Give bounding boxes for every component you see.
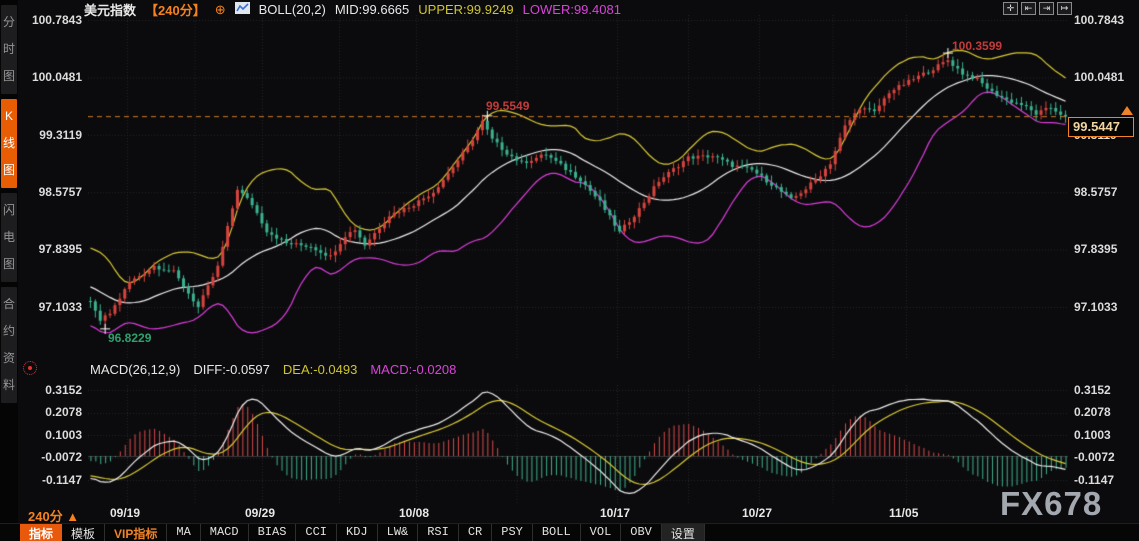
interval-tag: 【240分】 xyxy=(145,3,206,18)
macd-y-axis-label: 0.2078 xyxy=(45,405,82,419)
swing-high-annotation: 100.3599 xyxy=(952,39,1003,53)
chart-header: 美元指数 【240分】 ⊕ BOLL(20,2) MID:99.6665 UPP… xyxy=(84,2,621,19)
toolbar-item-rsi[interactable]: RSI xyxy=(418,524,459,541)
toolbar-item-settings[interactable]: 设置 xyxy=(661,524,705,541)
x-axis-date-label: 10/08 xyxy=(399,506,430,520)
add-indicator-icon[interactable]: ⊕ xyxy=(215,2,226,18)
toolbar-item-indicators[interactable]: 指标 xyxy=(20,524,63,541)
y-axis-label: 97.1033 xyxy=(38,300,82,314)
x-axis-row: 240分 ▲ 09/19 09/29 10/08 10/17 10/27 11/… xyxy=(0,504,1139,524)
boll-mid-value: MID:99.6665 xyxy=(334,2,410,17)
macd-y-axis-label: 0.3152 xyxy=(1074,383,1111,397)
x-axis-date-label: 10/27 xyxy=(742,506,773,520)
macd-diff-value: DIFF:-0.0597 xyxy=(193,362,270,377)
boll-lower-value: LOWER:99.4081 xyxy=(522,2,621,17)
macd-y-axis-label: -0.1147 xyxy=(41,473,82,487)
swing-high-annotation: 99.5549 xyxy=(486,99,530,113)
toolbar-item-kdj[interactable]: KDJ xyxy=(337,524,378,541)
zoom-in-icon[interactable]: ⇤ xyxy=(1021,2,1036,15)
y-axis-label: 98.5757 xyxy=(1074,185,1118,199)
macd-y-axis-label: 0.2078 xyxy=(1074,405,1111,419)
main-chart-canvas[interactable] xyxy=(88,15,1068,358)
y-axis-label: 100.7843 xyxy=(1074,13,1125,27)
price-marker-arrow-icon xyxy=(1121,106,1133,115)
current-price-box: 99.5447 xyxy=(1068,117,1134,137)
macd-params-label: MACD(26,12,9) xyxy=(90,362,181,377)
x-axis-date-label: 11/05 xyxy=(889,506,919,520)
sidebar-tab-kline-chart[interactable]: K线图 xyxy=(1,99,17,188)
y-axis-label: 100.7843 xyxy=(31,13,82,27)
indicator-toolbar: 指标 模板 VIP指标 MA MACD BIAS CCI KDJ LW& RSI… xyxy=(0,523,1139,541)
macd-dea-value: DEA:-0.0493 xyxy=(282,362,358,377)
zoom-out-icon[interactable]: ⇥ xyxy=(1039,2,1054,15)
sidebar-tab-lightning-chart[interactable]: 闪电图 xyxy=(1,193,17,282)
y-axis-label: 98.5757 xyxy=(38,185,82,199)
macd-y-axis-label: -0.0072 xyxy=(1074,450,1115,464)
toolbar-item-psy[interactable]: PSY xyxy=(492,524,533,541)
y-axis-label: 97.8395 xyxy=(38,242,82,256)
y-axis-label: 100.0481 xyxy=(31,70,82,84)
macd-chart-canvas[interactable] xyxy=(88,385,1068,505)
toolbar-item-boll[interactable]: BOLL xyxy=(533,524,581,541)
alert-icon[interactable] xyxy=(23,361,37,375)
sidebar-tab-contract-info[interactable]: 合约资料 xyxy=(1,287,17,403)
fx678-watermark: FX678 xyxy=(1000,485,1103,522)
boll-label: BOLL(20,2) xyxy=(258,2,326,17)
macd-legend: MACD(26,12,9) DIFF:-0.0597 DEA:-0.0493 M… xyxy=(90,362,456,377)
y-axis-label: 100.0481 xyxy=(1074,70,1125,84)
x-axis-date-label: 10/17 xyxy=(600,506,631,520)
toolbar-item-ma[interactable]: MA xyxy=(167,524,201,541)
toolbar-item-cr[interactable]: CR xyxy=(459,524,493,541)
y-axis-label: 99.3119 xyxy=(39,128,82,142)
chart-thumbnail-icon xyxy=(234,2,250,17)
pan-right-icon[interactable]: ↦ xyxy=(1057,2,1072,15)
toolbar-item-lw[interactable]: LW& xyxy=(378,524,419,541)
crosshair-icon[interactable]: ✛ xyxy=(1003,2,1018,15)
macd-y-axis-label: 0.3152 xyxy=(45,383,82,397)
x-axis-date-label: 09/19 xyxy=(110,506,141,520)
sidebar-tab-time-chart[interactable]: 分时图 xyxy=(1,5,17,94)
x-axis-date-label: 09/29 xyxy=(245,506,276,520)
chart-application-window: 分时图 K线图 闪电图 合约资料 美元指数 【240分】 ⊕ BOLL(20,2… xyxy=(0,0,1139,541)
y-axis-label: 97.8395 xyxy=(1074,242,1118,256)
toolbar-item-vol[interactable]: VOL xyxy=(581,524,622,541)
instrument-title: 美元指数 xyxy=(84,3,137,18)
swing-low-annotation: 96.8229 xyxy=(108,331,152,345)
toolbar-item-cci[interactable]: CCI xyxy=(296,524,338,541)
toolbar-item-macd[interactable]: MACD xyxy=(201,524,249,541)
y-axis-label: 97.1033 xyxy=(1074,300,1118,314)
macd-macd-value: MACD:-0.0208 xyxy=(370,362,457,377)
boll-upper-value: UPPER:99.9249 xyxy=(418,2,514,17)
toolbar-item-obv[interactable]: OBV xyxy=(621,524,662,541)
chart-tool-buttons: ✛ ⇤ ⇥ ↦ xyxy=(1003,2,1072,15)
toolbar-item-templates[interactable]: 模板 xyxy=(62,524,106,541)
toolbar-item-vip-indicators[interactable]: VIP指标 xyxy=(105,524,168,541)
macd-y-axis-label: 0.1003 xyxy=(45,428,82,442)
toolbar-item-bias[interactable]: BIAS xyxy=(249,524,297,541)
macd-y-axis-label: -0.0072 xyxy=(41,450,82,464)
macd-y-axis-label: 0.1003 xyxy=(1074,428,1111,442)
